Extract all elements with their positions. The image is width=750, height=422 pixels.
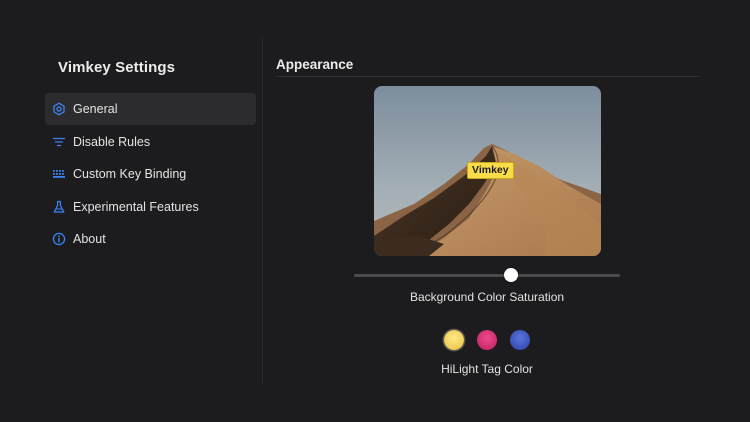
- section-divider: [276, 76, 700, 77]
- sidebar-nav: General Disable Rules Custom Key Binding…: [45, 93, 256, 256]
- sidebar-item-disable-rules[interactable]: Disable Rules: [45, 126, 256, 158]
- wallpaper-preview: Vimkey: [374, 86, 601, 256]
- sidebar-item-label: Custom Key Binding: [73, 167, 187, 181]
- hilight-color-label: HiLight Tag Color: [441, 362, 533, 376]
- info-icon: [52, 232, 66, 246]
- sidebar-item-custom-key-binding[interactable]: Custom Key Binding: [45, 158, 256, 190]
- section-title: Appearance: [276, 57, 354, 72]
- hilight-color-picker: [443, 330, 533, 352]
- swatch-pink[interactable]: [477, 330, 497, 350]
- flask-icon: [52, 200, 66, 214]
- swatch-blue[interactable]: [510, 330, 530, 350]
- gear-icon: [52, 102, 66, 116]
- filter-icon: [52, 135, 66, 149]
- sidebar-item-label: About: [73, 232, 106, 246]
- keyboard-icon: [52, 167, 66, 181]
- slider-track: [354, 274, 620, 277]
- sidebar-item-about[interactable]: About: [45, 223, 256, 255]
- settings-window: Vimkey Settings General Disable Rules Cu…: [0, 0, 750, 422]
- sidebar-item-experimental-features[interactable]: Experimental Features: [45, 191, 256, 223]
- saturation-slider[interactable]: [354, 267, 620, 283]
- sidebar-item-label: General: [73, 102, 118, 116]
- main-panel: Appearance Vimkey Background Color Satur…: [263, 0, 750, 422]
- hilight-tag-preview: Vimkey: [467, 162, 514, 179]
- swatch-yellow[interactable]: [444, 330, 464, 350]
- sidebar-item-label: Disable Rules: [73, 134, 151, 149]
- sidebar-item-general[interactable]: General: [45, 93, 256, 125]
- app-title: Vimkey Settings: [58, 59, 176, 76]
- slider-thumb[interactable]: [503, 268, 518, 282]
- sidebar: Vimkey Settings General Disable Rules Cu…: [0, 0, 262, 422]
- sidebar-item-label: Experimental Features: [73, 199, 199, 214]
- saturation-label: Background Color Saturation: [409, 290, 565, 304]
